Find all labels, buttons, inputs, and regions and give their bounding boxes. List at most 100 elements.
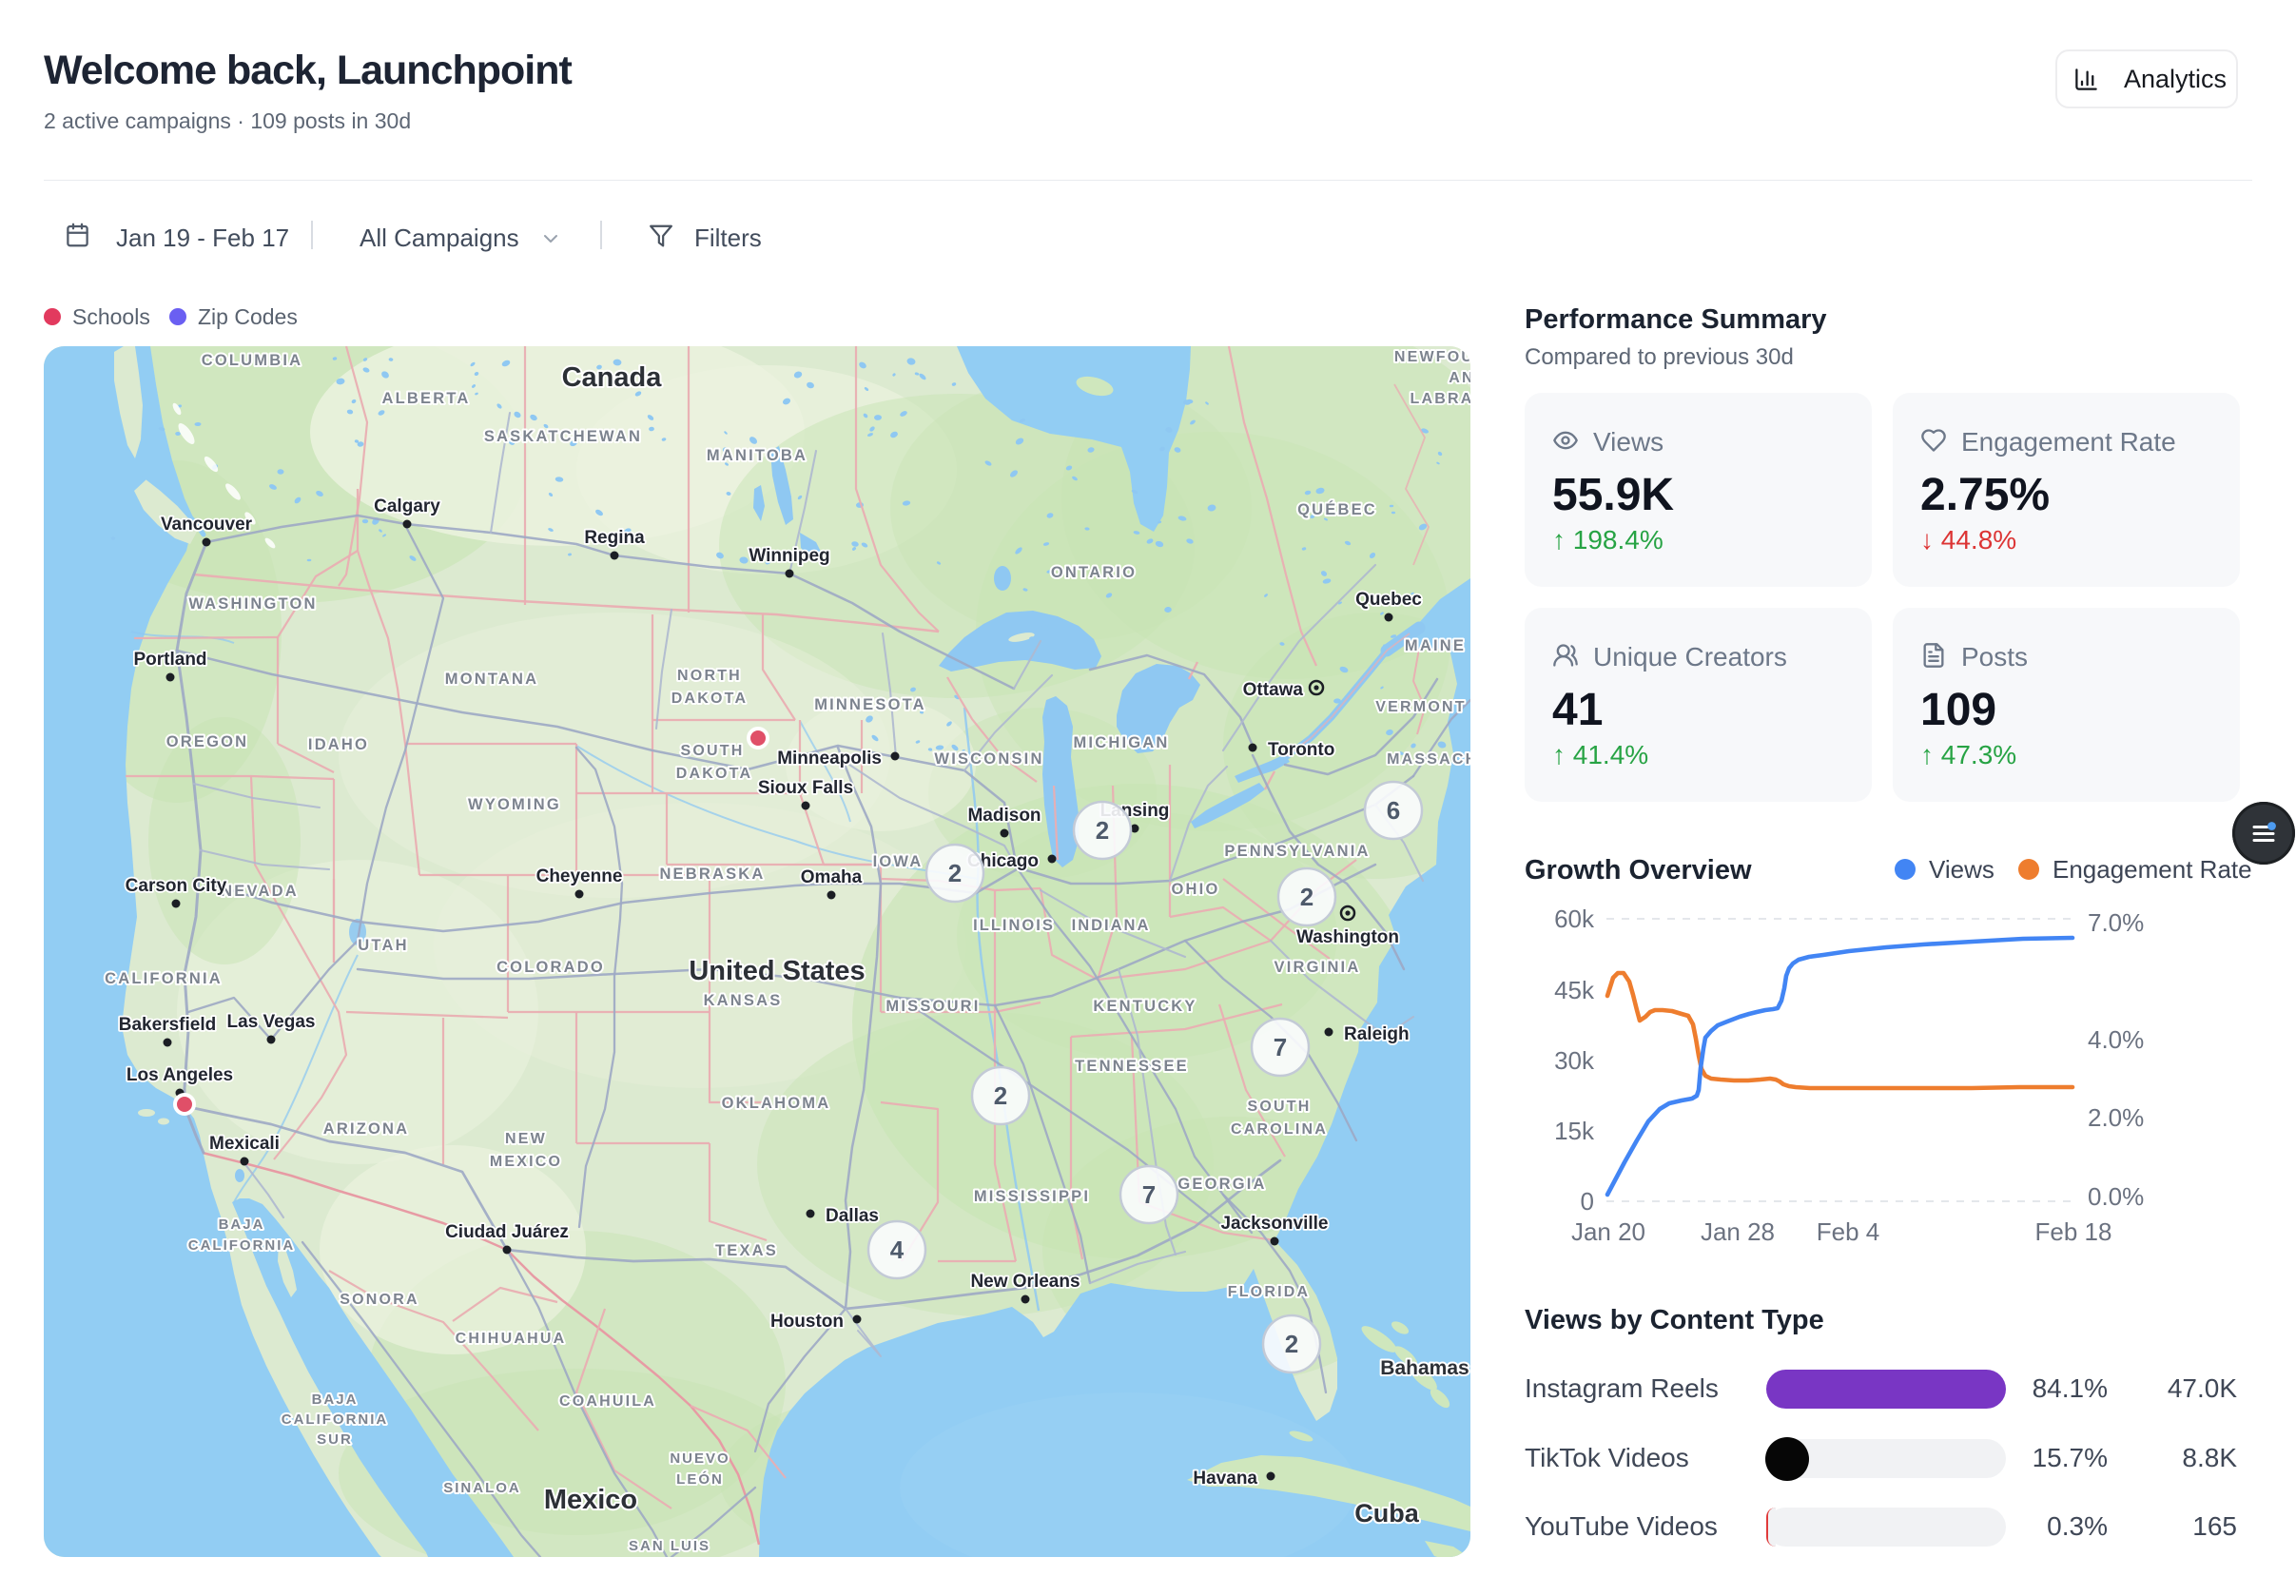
svg-text:CALIFORNIA: CALIFORNIA	[282, 1411, 389, 1428]
svg-text:Toronto: Toronto	[1268, 740, 1334, 760]
svg-text:Madison: Madison	[967, 806, 1041, 826]
svg-text:Winnipeg: Winnipeg	[749, 546, 829, 566]
svg-text:WISCONSIN: WISCONSIN	[934, 750, 1043, 768]
svg-text:0: 0	[1581, 1187, 1594, 1216]
svg-text:VERMONT: VERMONT	[1375, 699, 1466, 715]
svg-text:Jan 20: Jan 20	[1571, 1217, 1645, 1246]
svg-text:BAJA: BAJA	[312, 1392, 359, 1408]
svg-text:PENNSYLVANIA: PENNSYLVANIA	[1224, 843, 1370, 860]
svg-text:UTAH: UTAH	[358, 937, 408, 954]
svg-text:DAKOTA: DAKOTA	[671, 691, 748, 707]
svg-text:Houston: Houston	[770, 1312, 844, 1332]
svg-text:SOUTH: SOUTH	[681, 743, 745, 759]
svg-text:SONORA: SONORA	[340, 1292, 418, 1308]
svg-text:LEÓN: LEÓN	[676, 1470, 724, 1488]
svg-text:MAINE: MAINE	[1405, 637, 1466, 654]
svg-text:7: 7	[1142, 1180, 1156, 1209]
svg-text:60k: 60k	[1554, 905, 1595, 933]
svg-text:30k: 30k	[1554, 1046, 1595, 1075]
svg-text:SINALOA: SINALOA	[443, 1480, 521, 1496]
svg-text:INDIANA: INDIANA	[1072, 917, 1151, 934]
svg-text:0.0%: 0.0%	[2088, 1182, 2144, 1211]
svg-text:Raleigh: Raleigh	[1344, 1024, 1410, 1044]
svg-text:4: 4	[890, 1236, 905, 1264]
svg-text:TEXAS: TEXAS	[715, 1242, 778, 1259]
svg-text:NORTH: NORTH	[677, 668, 742, 684]
svg-text:Mexicali: Mexicali	[209, 1134, 280, 1154]
svg-text:Los Angeles: Los Angeles	[126, 1065, 233, 1085]
svg-text:2: 2	[1285, 1330, 1298, 1358]
svg-text:MASSACHUSET: MASSACHUSET	[1387, 751, 1470, 768]
svg-text:Feb 4: Feb 4	[1817, 1217, 1880, 1246]
svg-text:GEORGIA: GEORGIA	[1177, 1176, 1266, 1193]
svg-text:CALIFORNIA: CALIFORNIA	[188, 1237, 296, 1254]
svg-text:2.0%: 2.0%	[2088, 1103, 2144, 1132]
svg-text:ILLINOIS: ILLINOIS	[973, 917, 1055, 934]
svg-text:CAROLINA: CAROLINA	[1231, 1121, 1328, 1138]
svg-text:KANSAS: KANSAS	[704, 992, 783, 1009]
svg-text:OHIO: OHIO	[1172, 881, 1220, 898]
svg-text:Canada: Canada	[562, 362, 663, 393]
svg-text:SUR: SUR	[317, 1431, 353, 1448]
svg-text:NUEVO: NUEVO	[670, 1450, 730, 1467]
svg-text:45k: 45k	[1554, 976, 1595, 1004]
svg-text:IDAHO: IDAHO	[308, 736, 369, 753]
svg-text:Havana: Havana	[1193, 1469, 1257, 1489]
svg-text:Bahamas: Bahamas	[1380, 1357, 1469, 1379]
svg-text:WASHINGTON: WASHINGTON	[188, 595, 317, 613]
svg-text:2: 2	[1300, 883, 1313, 911]
svg-text:15k: 15k	[1554, 1117, 1595, 1145]
svg-text:KENTUCKY: KENTUCKY	[1093, 998, 1197, 1015]
svg-text:MONTANA: MONTANA	[445, 671, 539, 688]
svg-text:Cuba: Cuba	[1354, 1499, 1419, 1528]
svg-text:Cheyenne: Cheyenne	[536, 866, 623, 886]
svg-text:MICHIGAN: MICHIGAN	[1073, 734, 1169, 751]
svg-text:MISSOURI: MISSOURI	[885, 998, 980, 1015]
svg-text:2: 2	[1096, 816, 1109, 845]
svg-text:OREGON: OREGON	[166, 733, 249, 750]
svg-text:TENNESSEE: TENNESSEE	[1075, 1058, 1189, 1075]
svg-text:LABRA: LABRA	[1411, 391, 1471, 407]
svg-text:Dallas: Dallas	[826, 1206, 879, 1226]
svg-text:United States: United States	[689, 956, 865, 986]
svg-text:Quebec: Quebec	[1355, 590, 1422, 610]
svg-text:NEVADA: NEVADA	[221, 883, 299, 900]
svg-text:AN: AN	[1449, 370, 1470, 386]
svg-text:ALBERTA: ALBERTA	[381, 390, 470, 407]
svg-text:Ciudad Juárez: Ciudad Juárez	[445, 1222, 569, 1242]
svg-text:VIRGINIA: VIRGINIA	[1274, 959, 1361, 976]
svg-text:Bakersfield: Bakersfield	[119, 1015, 216, 1035]
svg-text:Omaha: Omaha	[801, 867, 863, 887]
svg-text:Las Vegas: Las Vegas	[227, 1012, 316, 1032]
svg-text:CHIHUAHUA: CHIHUAHUA	[456, 1331, 567, 1347]
svg-text:BAJA: BAJA	[219, 1216, 265, 1233]
svg-text:CALIFORNIA: CALIFORNIA	[105, 970, 223, 987]
svg-text:Minneapolis: Minneapolis	[777, 749, 882, 769]
svg-text:2: 2	[948, 859, 962, 887]
svg-text:NEWFOU: NEWFOU	[1394, 349, 1470, 365]
svg-text:Carson City: Carson City	[126, 876, 227, 896]
svg-text:SASKATCHEWAN: SASKATCHEWAN	[484, 428, 642, 445]
svg-text:Washington: Washington	[1296, 927, 1399, 947]
svg-text:IOWA: IOWA	[873, 853, 924, 870]
svg-text:ARIZONA: ARIZONA	[323, 1120, 410, 1138]
svg-text:MINNESOTA: MINNESOTA	[814, 696, 926, 713]
svg-text:OKLAHOMA: OKLAHOMA	[722, 1095, 831, 1112]
svg-text:Jacksonville: Jacksonville	[1220, 1214, 1328, 1234]
svg-text:SAN LUIS: SAN LUIS	[629, 1538, 710, 1554]
svg-text:COAHUILA: COAHUILA	[559, 1393, 656, 1410]
svg-text:7: 7	[1274, 1033, 1287, 1061]
svg-text:2: 2	[994, 1081, 1007, 1110]
svg-text:NEBRASKA: NEBRASKA	[659, 866, 765, 883]
svg-text:DAKOTA: DAKOTA	[676, 766, 752, 782]
svg-text:Portland: Portland	[133, 650, 206, 670]
svg-text:Ottawa: Ottawa	[1243, 680, 1304, 700]
svg-text:ONTARIO: ONTARIO	[1051, 564, 1137, 581]
svg-text:6: 6	[1387, 796, 1400, 825]
svg-text:Mexico: Mexico	[544, 1485, 637, 1515]
svg-text:COLUMBIA: COLUMBIA	[202, 352, 303, 369]
svg-text:WYOMING: WYOMING	[468, 796, 561, 813]
svg-text:QUÉBEC: QUÉBEC	[1297, 500, 1377, 518]
svg-text:Vancouver: Vancouver	[161, 515, 253, 535]
svg-text:Regina: Regina	[584, 528, 645, 548]
